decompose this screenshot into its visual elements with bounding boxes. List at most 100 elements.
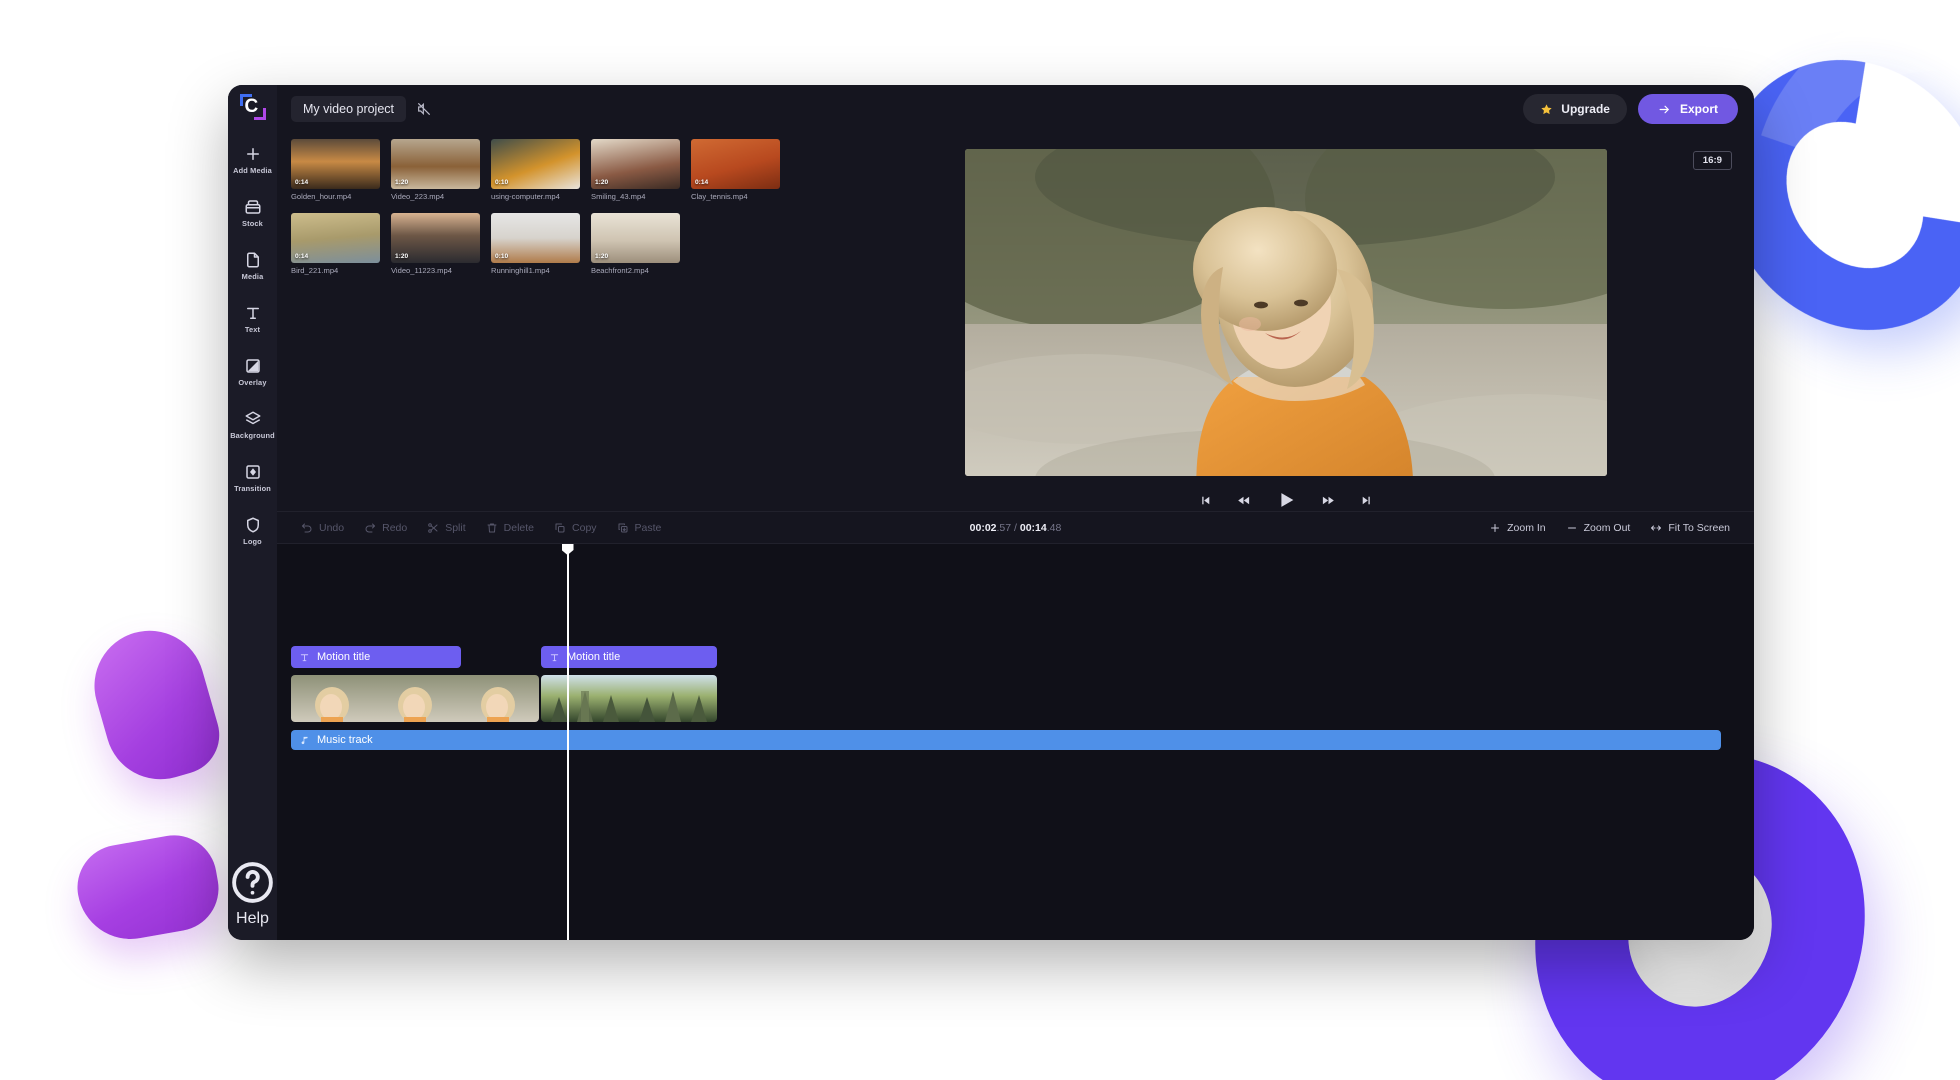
timeline-zoom-controls: Zoom In Zoom Out Fit To Screen	[1479, 518, 1740, 538]
redo-label: Redo	[382, 521, 408, 534]
timeline-audio-clip-label: Music track	[317, 734, 373, 746]
clipchamp-logo-icon[interactable]: C	[239, 94, 266, 120]
editor-body: 0:14 Golden_hour.mp4 1:20 Video_223.mp4 0:10…	[277, 133, 1754, 511]
preview-panel: 16:9	[817, 133, 1754, 511]
sidebar-item-label: Transition	[234, 484, 271, 493]
current-time-frac: .57	[996, 521, 1012, 534]
timeline-audio-clip[interactable]: Music track	[291, 730, 1721, 750]
skip-to-start-button[interactable]	[1199, 494, 1212, 507]
media-filename: Bird_221.mp4	[291, 266, 339, 275]
screen: C Add Media Stock Media Text Overlay Bac…	[0, 0, 1960, 1080]
media-thumbnail[interactable]: 0:14	[291, 213, 380, 263]
media-thumbnail[interactable]: 0:10	[491, 139, 580, 189]
timeline-video-clip[interactable]	[291, 675, 539, 722]
media-thumbnail[interactable]: 0:10	[491, 213, 580, 263]
undo-button[interactable]: Undo	[291, 518, 354, 538]
sidebar-item-text[interactable]: Text	[228, 297, 277, 339]
media-thumbnail[interactable]: 1:20	[591, 139, 680, 189]
export-button[interactable]: Export	[1637, 94, 1738, 124]
media-filename: Video_223.mp4	[391, 192, 445, 201]
redo-button[interactable]: Redo	[354, 518, 417, 538]
sidebar-item-media[interactable]: Media	[228, 244, 277, 286]
redo-icon	[365, 523, 376, 532]
music-note-icon	[301, 736, 308, 744]
media-item[interactable]: 0:14 Clay_tennis.mp4	[691, 139, 780, 201]
media-duration: 1:20	[395, 253, 409, 260]
plus-icon	[246, 148, 259, 160]
play-button[interactable]	[1275, 489, 1297, 511]
upgrade-button[interactable]: Upgrade	[1523, 94, 1627, 124]
transition-icon	[245, 465, 260, 479]
media-thumbnail[interactable]: 1:20	[591, 213, 680, 263]
aspect-ratio-badge[interactable]: 16:9	[1692, 151, 1732, 170]
media-thumbnail[interactable]: 1:20	[391, 213, 480, 263]
media-duration: 1:20	[395, 179, 409, 186]
fast-forward-button[interactable]	[1321, 493, 1336, 508]
fit-to-screen-label: Fit To Screen	[1668, 521, 1730, 534]
sidebar-item-add-media[interactable]: Add Media	[228, 138, 277, 180]
project-title-input[interactable]: My video project	[291, 96, 407, 122]
delete-label: Delete	[503, 521, 535, 534]
left-sidebar: C Add Media Stock Media Text Overlay Bac…	[228, 85, 277, 940]
sidebar-item-background[interactable]: Background	[228, 403, 277, 445]
layers-icon	[245, 411, 260, 425]
timeline[interactable]: Motion title Motion title Music track	[277, 544, 1754, 940]
media-item[interactable]: 0:10 Runninghill1.mp4	[491, 213, 580, 275]
skip-to-end-button[interactable]	[1360, 494, 1373, 507]
plus-icon	[1491, 523, 1500, 532]
media-item[interactable]: 1:20 Smiling_43.mp4	[591, 139, 680, 201]
media-thumbnail[interactable]: 0:14	[691, 139, 780, 189]
paste-button[interactable]: Paste	[607, 518, 672, 538]
zoom-in-button[interactable]: Zoom In	[1479, 518, 1556, 538]
sidebar-item-logo[interactable]: Logo	[228, 509, 277, 551]
media-item[interactable]: 0:14 Golden_hour.mp4	[291, 139, 380, 201]
mute-icon[interactable]	[416, 101, 432, 117]
clipchamp-app-window: C Add Media Stock Media Text Overlay Bac…	[228, 85, 1754, 940]
question-circle-icon	[232, 862, 273, 903]
total-time: 00:14	[1019, 521, 1047, 534]
minus-icon	[1567, 527, 1576, 528]
stock-icon	[245, 200, 260, 214]
zoom-out-button[interactable]: Zoom Out	[1556, 518, 1641, 538]
decorative-purple-blob-lower	[70, 828, 226, 948]
media-item[interactable]: 0:14 Bird_221.mp4	[291, 213, 380, 275]
media-duration: 1:20	[595, 253, 609, 260]
video-preview[interactable]	[964, 149, 1607, 476]
sidebar-item-label: Text	[244, 325, 261, 334]
media-filename: Clay_tennis.mp4	[691, 192, 748, 201]
media-duration: 0:10	[495, 179, 509, 186]
media-thumbnail[interactable]: 1:20	[391, 139, 480, 189]
media-item[interactable]: 1:20 Video_223.mp4	[391, 139, 480, 201]
timeline-title-clip[interactable]: Motion title	[291, 646, 461, 668]
sidebar-item-overlay[interactable]: Overlay	[228, 350, 277, 392]
media-duration: 1:20	[595, 179, 609, 186]
arrow-right-icon	[1659, 105, 1669, 113]
media-item[interactable]: 0:10 using-computer.mp4	[491, 139, 580, 201]
sidebar-item-label: Logo	[243, 537, 262, 546]
player-controls	[1199, 489, 1373, 511]
upgrade-label: Upgrade	[1561, 102, 1610, 116]
text-t-icon	[300, 653, 309, 661]
media-filename: using-computer.mp4	[491, 192, 560, 201]
media-item[interactable]: 1:20 Beachfront2.mp4	[591, 213, 680, 275]
fit-to-screen-button[interactable]: Fit To Screen	[1640, 518, 1740, 538]
sidebar-item-transition[interactable]: Transition	[228, 456, 277, 498]
rewind-button[interactable]	[1236, 493, 1251, 508]
sidebar-item-help[interactable]: Help	[228, 858, 277, 928]
media-browser-panel: 0:14 Golden_hour.mp4 1:20 Video_223.mp4 0:10…	[277, 133, 817, 511]
playhead[interactable]	[567, 544, 569, 940]
media-duration: 0:14	[295, 253, 309, 260]
overlay-square-icon	[245, 359, 260, 373]
paste-label: Paste	[634, 521, 662, 534]
timeline-clip-thumbnails	[291, 675, 539, 722]
split-button[interactable]: Split	[417, 518, 475, 538]
decorative-purple-blob-upper	[81, 617, 229, 793]
sidebar-item-stock[interactable]: Stock	[228, 191, 277, 233]
delete-button[interactable]: Delete	[476, 518, 544, 538]
media-thumbnail[interactable]: 0:14	[291, 139, 380, 189]
sidebar-item-label: Stock	[242, 219, 263, 228]
sidebar-help-label: Help	[236, 910, 269, 927]
sidebar-item-label: Background	[230, 431, 275, 440]
copy-button[interactable]: Copy	[544, 518, 607, 538]
media-item[interactable]: 1:20 Video_11223.mp4	[391, 213, 480, 275]
